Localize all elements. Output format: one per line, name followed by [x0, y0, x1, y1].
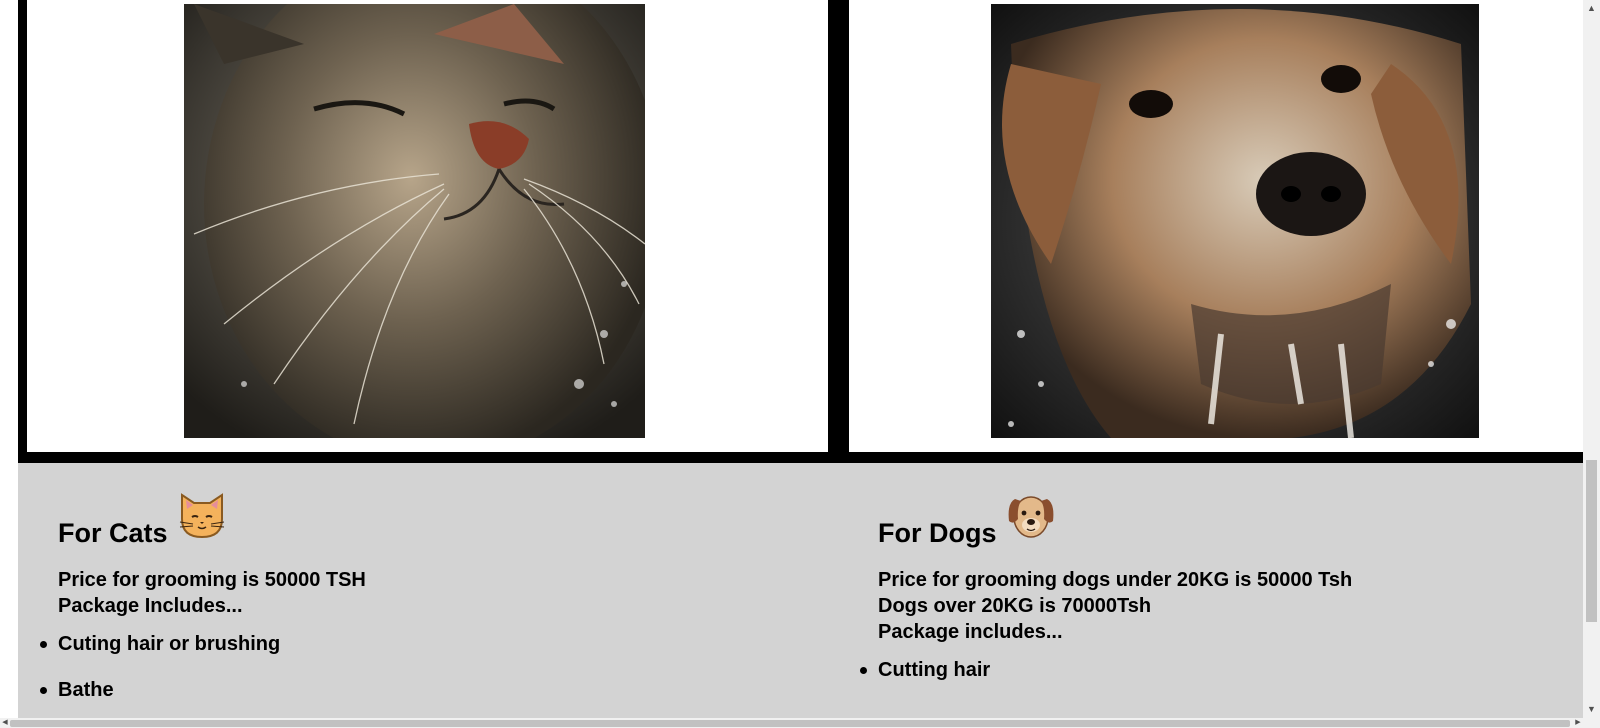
list-item: Bathe: [40, 677, 818, 703]
page-viewport: For Cats Price for grooming is 50000 TSH…: [0, 0, 1583, 718]
dog-photo-panel: [849, 0, 1583, 452]
scroll-up-icon[interactable]: ▲: [1583, 0, 1600, 17]
cats-price-text: Price for grooming is 50000 TSH Package …: [58, 567, 818, 619]
vertical-scroll-thumb[interactable]: [1586, 460, 1597, 622]
cat-face-icon: [176, 489, 228, 541]
cats-package: Package Includes...: [58, 595, 243, 617]
scroll-down-icon[interactable]: ▼: [1583, 701, 1600, 718]
cats-title: For Cats: [58, 518, 168, 548]
dogs-price-text: Price for grooming dogs under 20KG is 50…: [878, 567, 1578, 645]
horizontal-scroll-thumb[interactable]: [10, 720, 1570, 727]
dog-face-icon: [1005, 489, 1057, 541]
list-item: Cutting hair: [860, 657, 1578, 683]
cats-package-list: Cuting hair or brushing Bathe: [40, 631, 818, 703]
dogs-heading: For Dogs: [878, 493, 1578, 553]
cat-photo-panel: [27, 0, 828, 452]
dogs-pricing: For Dogs Price for grooming dogs under 2…: [860, 493, 1578, 703]
cats-pricing: For Cats Price for grooming is 50000 TSH…: [40, 493, 818, 718]
scroll-right-icon[interactable]: ▶: [1573, 718, 1583, 728]
cats-heading: For Cats: [58, 493, 818, 553]
vertical-scrollbar[interactable]: ▲ ▼: [1583, 0, 1600, 718]
dogs-price-under: Price for grooming dogs under 20KG is 50…: [878, 569, 1353, 591]
dogs-title: For Dogs: [878, 518, 997, 548]
scroll-left-icon[interactable]: ◀: [0, 718, 10, 728]
dogs-package-list: Cutting hair: [860, 657, 1578, 683]
horizontal-scrollbar[interactable]: ◀ ▶: [0, 718, 1600, 728]
dog-photo: [991, 4, 1479, 438]
list-item: Cuting hair or brushing: [40, 631, 818, 657]
dogs-price-over: Dogs over 20KG is 70000Tsh: [878, 595, 1152, 617]
pricing-section: For Cats Price for grooming is 50000 TSH…: [18, 463, 1583, 718]
cat-photo: [184, 4, 645, 438]
gallery-strip: [18, 0, 1583, 463]
dogs-package: Package includes...: [878, 621, 1063, 643]
cats-price: Price for grooming is 50000 TSH: [58, 569, 366, 591]
